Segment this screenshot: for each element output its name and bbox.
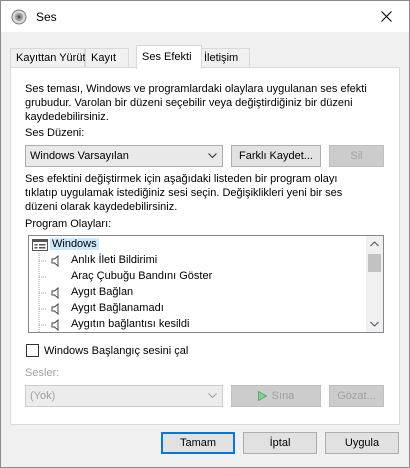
save-as-button[interactable]: Farklı Kaydet... xyxy=(231,145,321,167)
scheme-select[interactable]: Windows Varsayılan xyxy=(25,145,223,167)
title-bar: Ses xyxy=(1,1,409,32)
list-item-label: Windows xyxy=(50,238,99,250)
list-item-label: Aygıt Bağlan xyxy=(71,286,134,298)
scroll-up-icon[interactable] xyxy=(370,241,379,247)
sounds-value: (Yok) xyxy=(30,390,56,402)
chevron-down-icon xyxy=(208,153,217,159)
scroll-down-icon[interactable] xyxy=(370,321,379,327)
close-button[interactable] xyxy=(363,1,409,32)
cancel-button[interactable]: İptal xyxy=(243,432,317,454)
chevron-down-icon xyxy=(208,393,217,399)
speaker-icon xyxy=(51,303,59,315)
list-item-label: Aygıtın bağlantısı kesildi xyxy=(71,318,190,330)
sound-effects-panel: Ses teması, Windows ve programlardaki ol… xyxy=(10,67,400,425)
sound-dialog: Ses Kayıttan Yürüt Kayıt Ses Efekti İlet… xyxy=(0,0,410,468)
apply-button[interactable]: Uygula xyxy=(325,432,399,454)
list-item-label: Araç Çubuğu Bandını Göster xyxy=(71,270,213,282)
delete-button[interactable]: Sil xyxy=(329,145,384,167)
list-item-label: Anlık İleti Bildirimi xyxy=(71,254,158,266)
browse-label: Gözat... xyxy=(337,390,376,402)
list-scrollbar[interactable] xyxy=(366,236,383,332)
startup-sound-label[interactable]: Windows Başlangıç sesini çal xyxy=(44,344,188,358)
instructions-line: tıklatıp uygulamak istediğiniz sesi seçi… xyxy=(25,187,343,199)
tab-label: Ses Efekti xyxy=(142,51,192,63)
delete-label: Sil xyxy=(350,150,363,162)
tree-line xyxy=(38,317,46,332)
speaker-icon xyxy=(51,287,59,299)
test-button[interactable]: Sına xyxy=(231,385,321,407)
tab-label: İletişim xyxy=(204,52,239,64)
intro-line: Ses teması, Windows ve programlardaki ol… xyxy=(25,83,367,95)
window-icon xyxy=(32,239,48,251)
tab-playback[interactable]: Kayıttan Yürüt xyxy=(10,48,86,68)
tree-line xyxy=(38,285,46,301)
tab-label: Kayıt xyxy=(91,52,117,64)
speaker-icon xyxy=(51,319,59,331)
list-item[interactable]: Anlık İleti Bildirimi xyxy=(29,253,367,269)
sounds-label: Sesler: xyxy=(25,367,60,379)
test-label: Sına xyxy=(271,390,295,402)
tree-line xyxy=(38,253,46,269)
list-item-label: Aygıt Bağlanamadı xyxy=(71,302,164,314)
sounds-select[interactable]: (Yok) xyxy=(25,385,223,407)
ok-label: Tamam xyxy=(179,437,217,449)
list-item[interactable]: Windows xyxy=(29,237,367,253)
apply-label: Uygula xyxy=(344,437,380,449)
speaker-icon xyxy=(51,255,59,267)
intro-line: grubudur. Varolan bir düzeni seçebilir v… xyxy=(25,97,353,109)
scroll-thumb[interactable] xyxy=(368,254,381,272)
tab-label: Kayıttan Yürüt xyxy=(16,52,86,64)
scheme-label: Ses Düzeni: xyxy=(25,127,85,139)
intro-line: kaydedebilirsiniz. xyxy=(25,111,109,123)
browse-button[interactable]: Gözat... xyxy=(329,385,384,407)
scheme-value: Windows Varsayılan xyxy=(30,150,129,162)
list-item[interactable]: Aygıt Bağlanamadı xyxy=(29,301,367,317)
play-icon xyxy=(257,391,267,401)
startup-sound-checkbox[interactable] xyxy=(26,344,39,357)
events-label: Program Olayları: xyxy=(25,218,112,230)
tree-line xyxy=(38,301,46,317)
tab-communications[interactable]: İletişim xyxy=(198,48,250,68)
program-events-list[interactable]: Windows Anlık İleti Bildirimi Araç Çubuğ… xyxy=(28,235,384,333)
tab-sound-effects[interactable]: Ses Efekti xyxy=(136,45,202,69)
instructions-line: düzeni olarak kaydedebilirsiniz. xyxy=(25,201,178,213)
cancel-label: İptal xyxy=(269,437,291,449)
list-item[interactable]: Aygıtın bağlantısı kesildi xyxy=(29,317,367,332)
close-icon xyxy=(380,11,392,22)
instructions-text: Ses efektini değiştirmek için aşağıdaki … xyxy=(25,172,395,214)
list-item[interactable]: Araç Çubuğu Bandını Göster xyxy=(29,269,367,285)
intro-text: Ses teması, Windows ve programlardaki ol… xyxy=(25,82,395,124)
list-item[interactable]: Aygıt Bağlan xyxy=(29,285,367,301)
tree-line xyxy=(38,269,46,285)
tab-recording[interactable]: Kayıt xyxy=(85,48,129,68)
instructions-line: Ses efektini değiştirmek için aşağıdaki … xyxy=(25,173,338,185)
speaker-app-icon xyxy=(11,9,27,25)
save-as-label: Farklı Kaydet... xyxy=(239,150,313,162)
window-title: Ses xyxy=(36,10,57,24)
ok-button[interactable]: Tamam xyxy=(161,432,235,454)
